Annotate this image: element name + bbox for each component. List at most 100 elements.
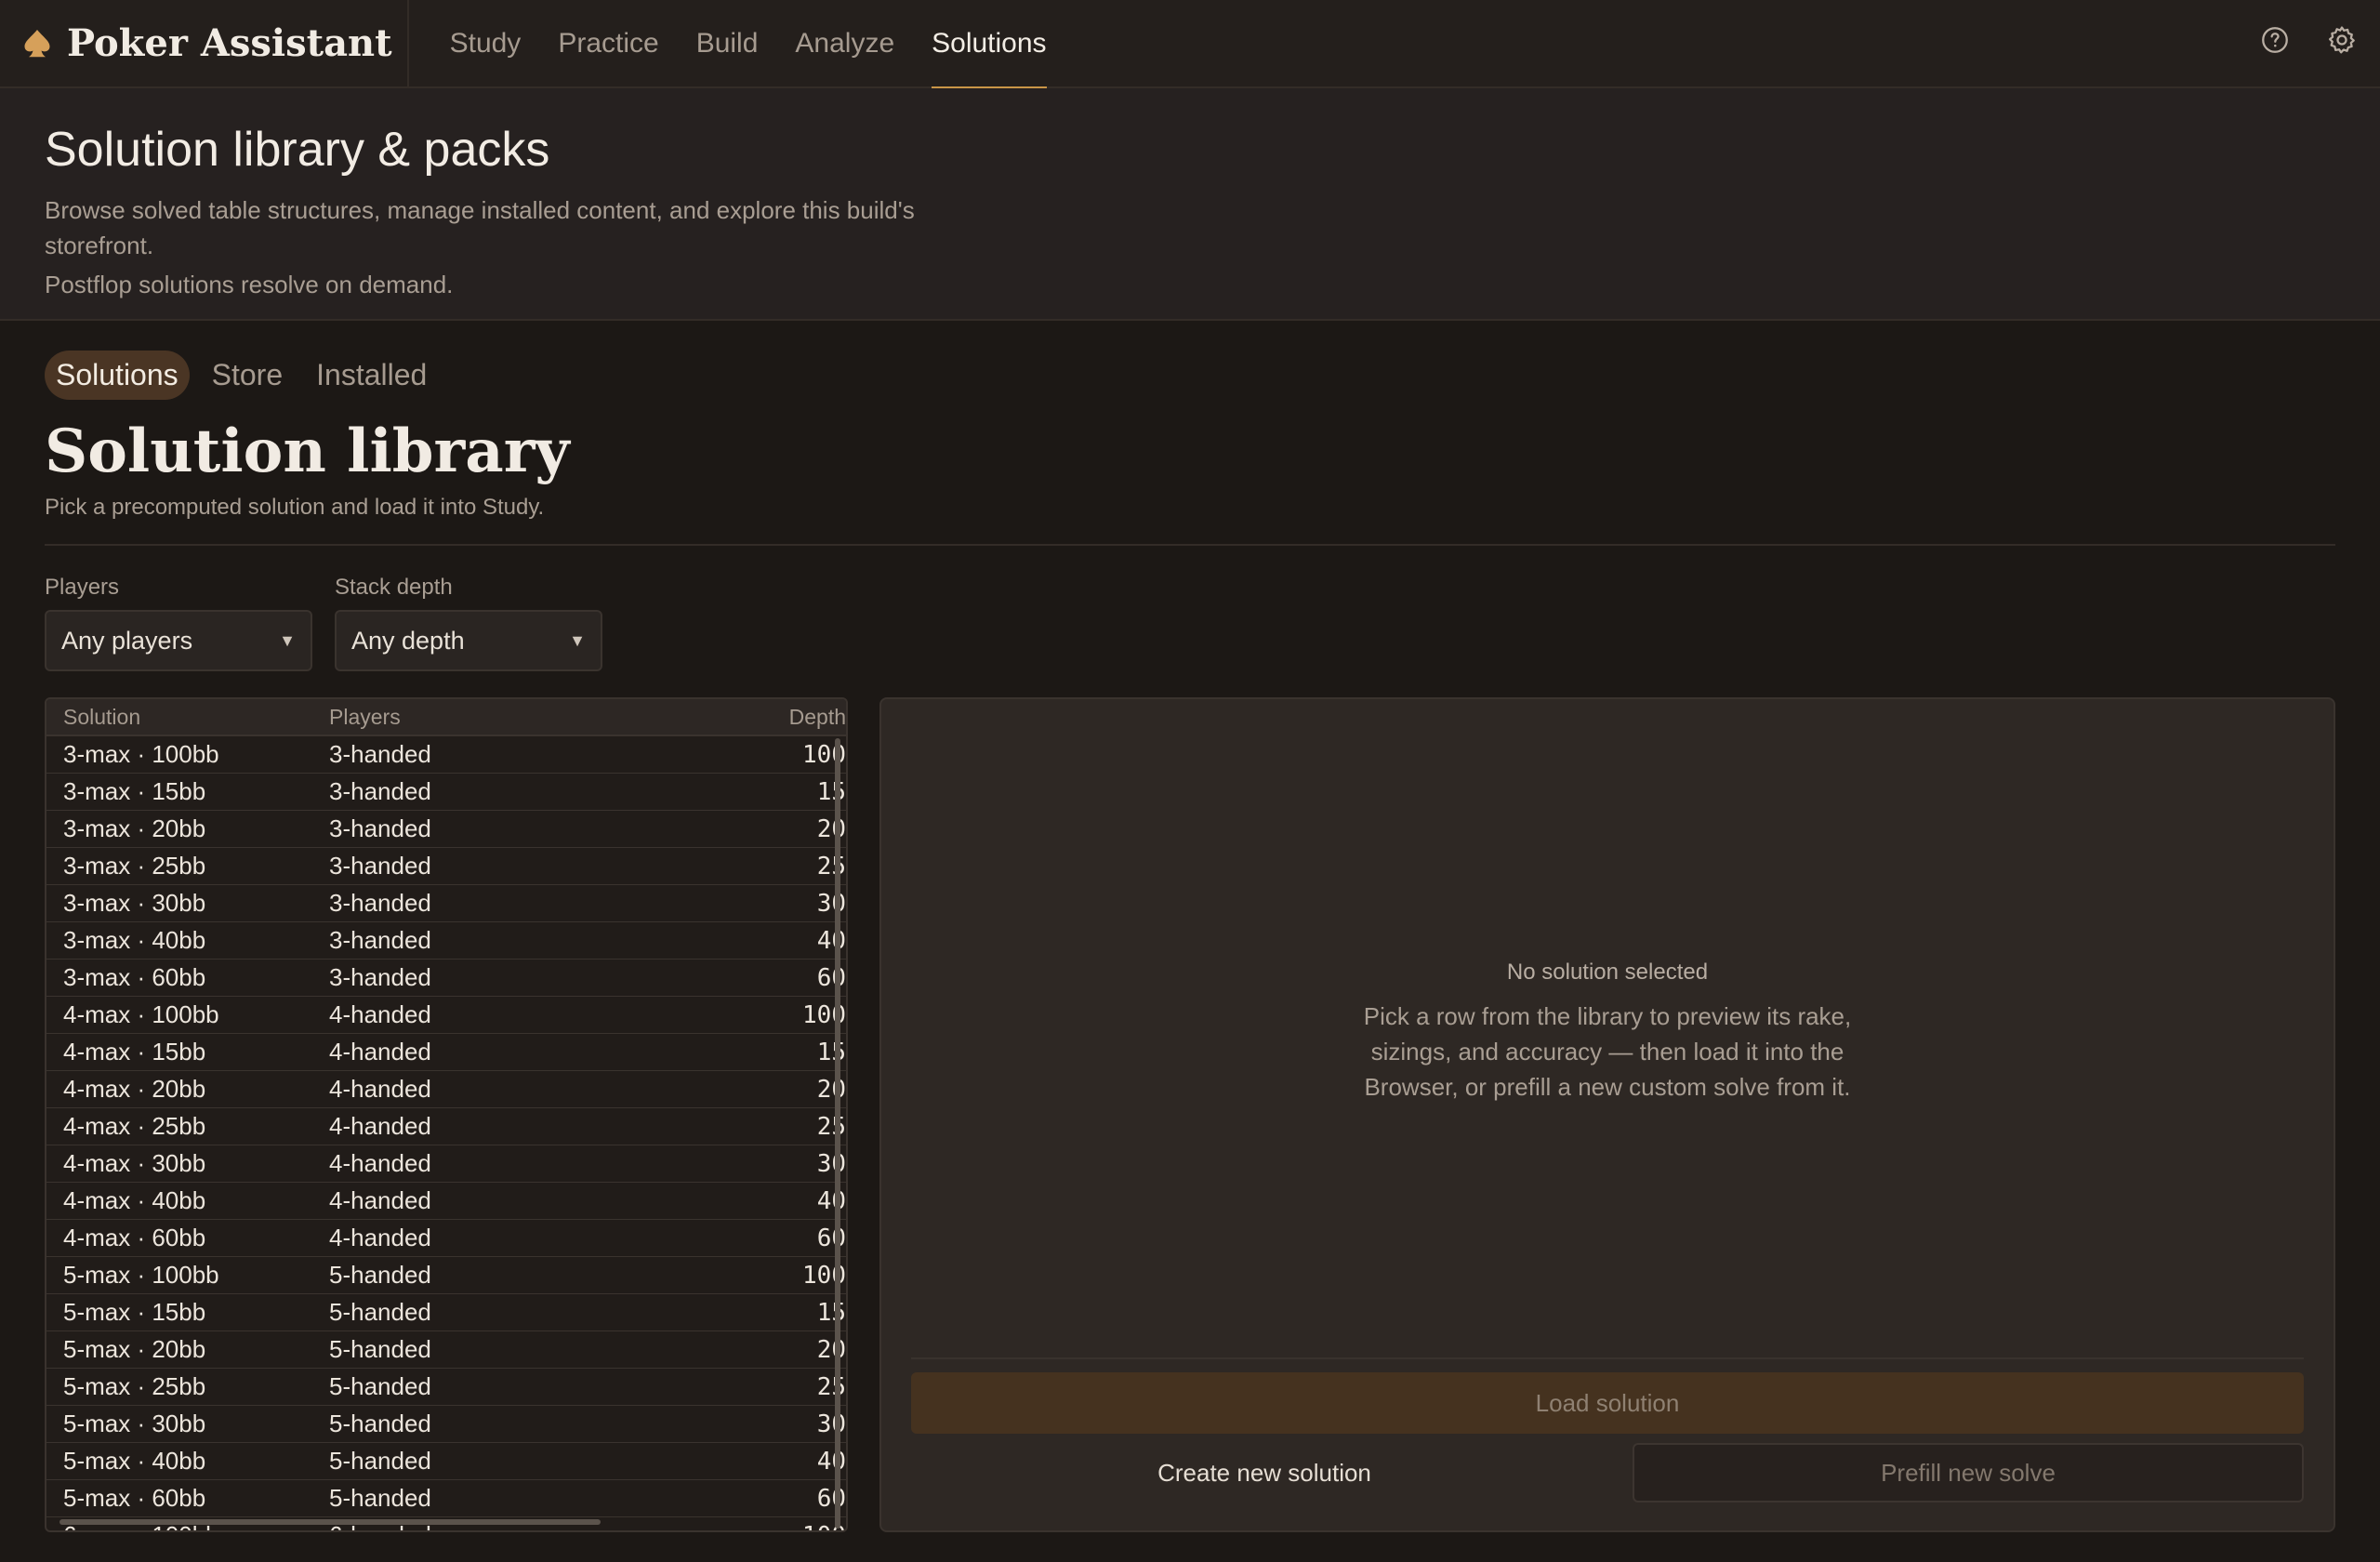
gear-icon[interactable] — [2326, 24, 2358, 56]
depth-select[interactable]: Any depth ▼ — [335, 610, 602, 671]
cell-depth: 15 — [816, 777, 846, 806]
col-depth[interactable]: Depth — [608, 705, 846, 730]
cell-depth: 20 — [816, 1335, 846, 1364]
cell-depth: 100 — [608, 1522, 846, 1531]
help-icon[interactable] — [2259, 24, 2291, 56]
table-row[interactable]: 5-max · 25bb 5-handed 25 — [46, 1369, 846, 1406]
horizontal-scrollbar[interactable] — [60, 1519, 601, 1525]
players-select-value: Any players — [61, 626, 193, 655]
table-row[interactable]: 4-max · 25bb 4-handed 25 — [46, 1108, 846, 1145]
main-nav: Study Practice Build Analyze Solutions — [431, 0, 1065, 89]
tab-store[interactable]: Store — [201, 351, 294, 400]
cell-players: 5-handed — [329, 1484, 431, 1512]
load-solution-button[interactable]: Load solution — [911, 1372, 2304, 1434]
table-row[interactable]: 4-max · 15bb 4-handed 15 — [46, 1034, 846, 1071]
cell-solution: 3-max · 40bb — [63, 926, 206, 954]
solution-detail-panel: No solution selected Pick a row from the… — [879, 697, 2335, 1532]
cell-depth: 100 — [802, 1261, 846, 1290]
cell-solution: 4-max · 30bb — [63, 1149, 206, 1177]
cell-solution: 4-max · 40bb — [63, 1186, 206, 1214]
table-row[interactable]: 3-max · 30bb 3-handed 30 — [46, 885, 846, 922]
table-row[interactable]: 4-max · 40bb 4-handed 40 — [46, 1183, 846, 1220]
table-row[interactable]: 5-max · 30bb 5-handed 30 — [46, 1406, 846, 1443]
table-row[interactable]: 3-max · 15bb 3-handed 15 — [46, 774, 846, 811]
cell-players: 4-handed — [329, 1112, 431, 1140]
cell-players: 3-handed — [329, 814, 431, 842]
table-row[interactable]: 4-max · 20bb 4-handed 20 — [46, 1071, 846, 1108]
nav-solutions[interactable]: Solutions — [913, 0, 1064, 89]
empty-state-description: Pick a row from the library to preview i… — [1363, 1002, 1852, 1101]
panel-divider — [911, 1357, 2304, 1359]
nav-practice[interactable]: Practice — [539, 0, 677, 87]
cell-players: 4-handed — [329, 1224, 431, 1251]
cell-depth: 100 — [802, 1000, 846, 1029]
table-row[interactable]: 3-max · 60bb 3-handed 60 — [46, 960, 846, 997]
cell-depth: 15 — [816, 1298, 846, 1327]
tab-installed[interactable]: Installed — [305, 351, 438, 400]
cell-depth: 15 — [816, 1038, 846, 1066]
cell-depth: 30 — [816, 1410, 846, 1438]
players-filter-label: Players — [45, 575, 120, 600]
cell-depth: 100 — [802, 740, 846, 769]
table-row[interactable]: 3-max · 100bb 3-handed 100 — [46, 736, 846, 774]
cell-depth: 30 — [816, 889, 846, 918]
table-row[interactable]: 4-max · 60bb 4-handed 60 — [46, 1220, 846, 1257]
table-row[interactable]: 3-max · 40bb 3-handed 40 — [46, 922, 846, 960]
cell-solution: 4-max · 100bb — [63, 1000, 219, 1028]
cell-solution: 5-max · 40bb — [63, 1447, 206, 1475]
nav-study[interactable]: Study — [431, 0, 540, 87]
empty-state-title: No solution selected — [1506, 960, 1709, 985]
cell-solution: 3-max · 15bb — [63, 777, 206, 805]
library-title: Solution library — [45, 417, 570, 486]
col-players[interactable]: Players — [329, 705, 608, 730]
cell-players: 4-handed — [329, 1149, 431, 1177]
vertical-scrollbar[interactable] — [835, 738, 840, 1529]
table-row[interactable]: 3-max · 20bb 3-handed 20 — [46, 811, 846, 848]
cell-players: 3-handed — [329, 740, 431, 768]
cell-solution: 4-max · 60bb — [63, 1224, 206, 1251]
section-divider — [45, 544, 2335, 546]
cell-depth: 20 — [816, 814, 846, 843]
table-row[interactable]: 5-max · 15bb 5-handed 15 — [46, 1294, 846, 1331]
cell-solution: 5-max · 15bb — [63, 1298, 206, 1326]
cell-players: 5-handed — [329, 1261, 431, 1289]
table-row[interactable]: 3-max · 25bb 3-handed 25 — [46, 848, 846, 885]
depth-filter: Stack depth Any depth ▼ — [335, 575, 602, 671]
create-new-solution-button[interactable]: Create new solution — [911, 1443, 1618, 1502]
nav-build[interactable]: Build — [678, 0, 777, 87]
nav-analyze[interactable]: Analyze — [776, 0, 913, 87]
cell-depth: 25 — [816, 852, 846, 880]
cell-players: 5-handed — [329, 1447, 431, 1475]
table-row[interactable]: 5-max · 60bb 5-handed 60 — [46, 1480, 846, 1517]
page-title: Solution library & packs — [45, 123, 550, 177]
cell-solution: 5-max · 60bb — [63, 1484, 206, 1512]
cell-players: 4-handed — [329, 1000, 431, 1028]
cell-solution: 4-max · 20bb — [63, 1075, 206, 1103]
col-solution[interactable]: Solution — [46, 705, 329, 730]
page-header: Solution library & packs Browse solved t… — [0, 88, 2380, 321]
players-select[interactable]: Any players ▼ — [45, 610, 312, 671]
tab-solutions[interactable]: Solutions — [45, 351, 190, 400]
app-name: Poker Assistant — [67, 21, 392, 65]
cell-players: 3-handed — [329, 889, 431, 917]
brand[interactable]: Poker Assistant — [0, 0, 409, 87]
prefill-new-solve-button[interactable]: Prefill new solve — [1633, 1443, 2304, 1502]
cell-solution: 3-max · 25bb — [63, 852, 206, 880]
cell-players: 4-handed — [329, 1186, 431, 1214]
table-row[interactable]: 5-max · 20bb 5-handed 20 — [46, 1331, 846, 1369]
page-note: Postflop solutions resolve on demand. — [45, 271, 454, 298]
table-row[interactable]: 5-max · 100bb 5-handed 100 — [46, 1257, 846, 1294]
depth-filter-label: Stack depth — [335, 575, 453, 600]
table-row[interactable]: 4-max · 30bb 4-handed 30 — [46, 1145, 846, 1183]
cell-solution: 5-max · 100bb — [63, 1261, 219, 1289]
empty-state: No solution selected Pick a row from the… — [881, 960, 2334, 1105]
table-row[interactable]: 5-max · 40bb 5-handed 40 — [46, 1443, 846, 1480]
caret-down-icon: ▼ — [569, 630, 586, 650]
cell-players: 5-handed — [329, 1298, 431, 1326]
cell-solution: 3-max · 20bb — [63, 814, 206, 842]
cell-solution: 3-max · 100bb — [63, 740, 219, 768]
cell-solution: 3-max · 30bb — [63, 889, 206, 917]
table-body: 3-max · 100bb 3-handed 100 3-max · 15bb 3-ha… — [46, 736, 846, 1531]
table-row[interactable]: 4-max · 100bb 4-handed 100 — [46, 997, 846, 1034]
cell-players: 3-handed — [329, 963, 431, 991]
